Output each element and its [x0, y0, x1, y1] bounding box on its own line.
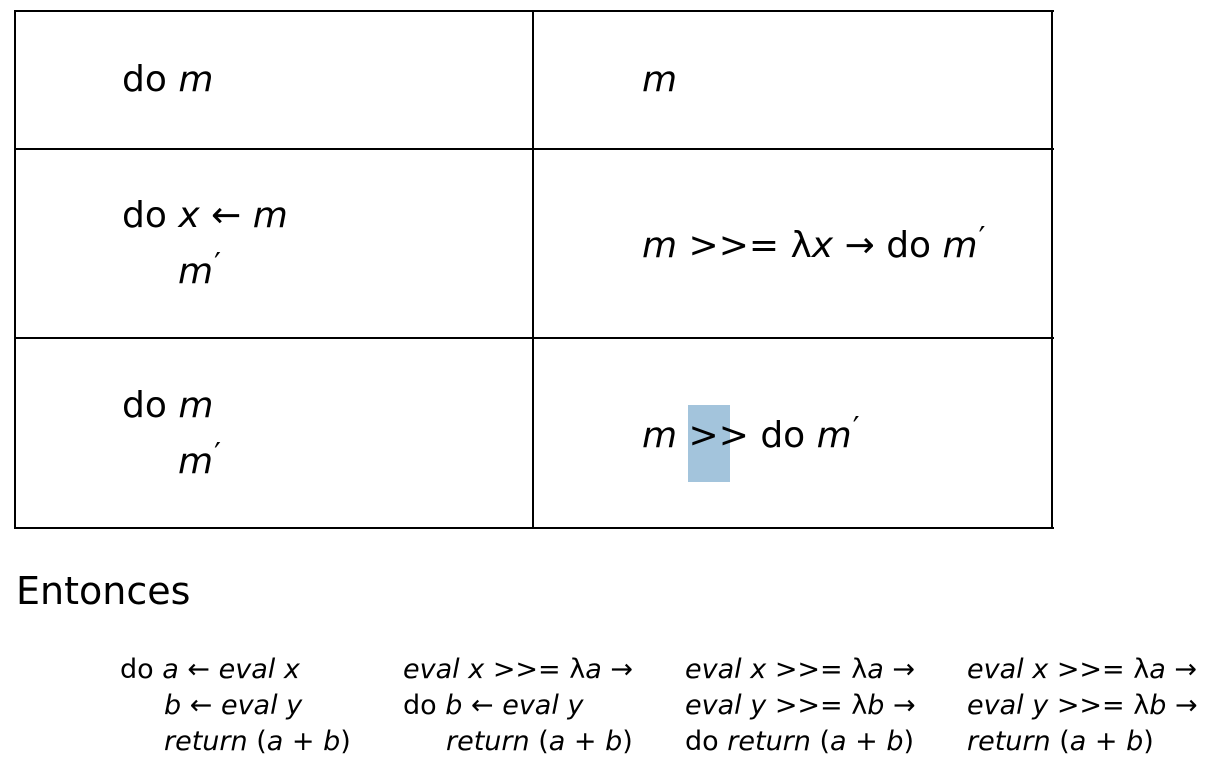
- step4-line1: eval x >>= λa →: [967, 654, 1198, 685]
- table-cell-row3-left-line2: m′: [178, 437, 221, 482]
- step1-line1: do a ← eval x: [120, 654, 300, 685]
- table-cell-row3-right: m >> do m′: [642, 411, 860, 456]
- table-cell-row2-left-line2: m′: [178, 247, 221, 292]
- table-row-divider: [14, 148, 1054, 150]
- table-column-divider: [532, 10, 534, 529]
- step3-line1: eval x >>= λa →: [685, 654, 916, 685]
- table-border-left: [14, 10, 16, 529]
- step3-line3: do return (a + b): [685, 726, 915, 757]
- step2-line3: return (a + b): [446, 726, 633, 757]
- step4-line3: return (a + b): [967, 726, 1154, 757]
- step4-line2: eval y >>= λb →: [967, 690, 1198, 721]
- table-row-divider: [14, 337, 1054, 339]
- step2-line1: eval x >>= λa →: [403, 654, 634, 685]
- table-cell-row2-right: m >>= λx → do m′: [642, 221, 986, 266]
- table-cell-row1-right: m: [642, 59, 678, 100]
- table-cell-row1-left: do m: [122, 59, 214, 100]
- step2-line2: do b ← eval y: [403, 690, 584, 721]
- table-border-bottom: [14, 527, 1054, 529]
- step1-line2: b ← eval y: [164, 690, 303, 721]
- step3-line2: eval y >>= λb →: [685, 690, 916, 721]
- selected-operator[interactable]: >>: [689, 415, 749, 456]
- step1-line3: return (a + b): [164, 726, 351, 757]
- table-border-right: [1051, 10, 1053, 529]
- table-border-top: [14, 10, 1054, 12]
- table-cell-row2-left-line1: do x ← m: [122, 195, 288, 236]
- table-cell-row3-left-line1: do m: [122, 385, 214, 426]
- section-heading: Entonces: [16, 569, 191, 613]
